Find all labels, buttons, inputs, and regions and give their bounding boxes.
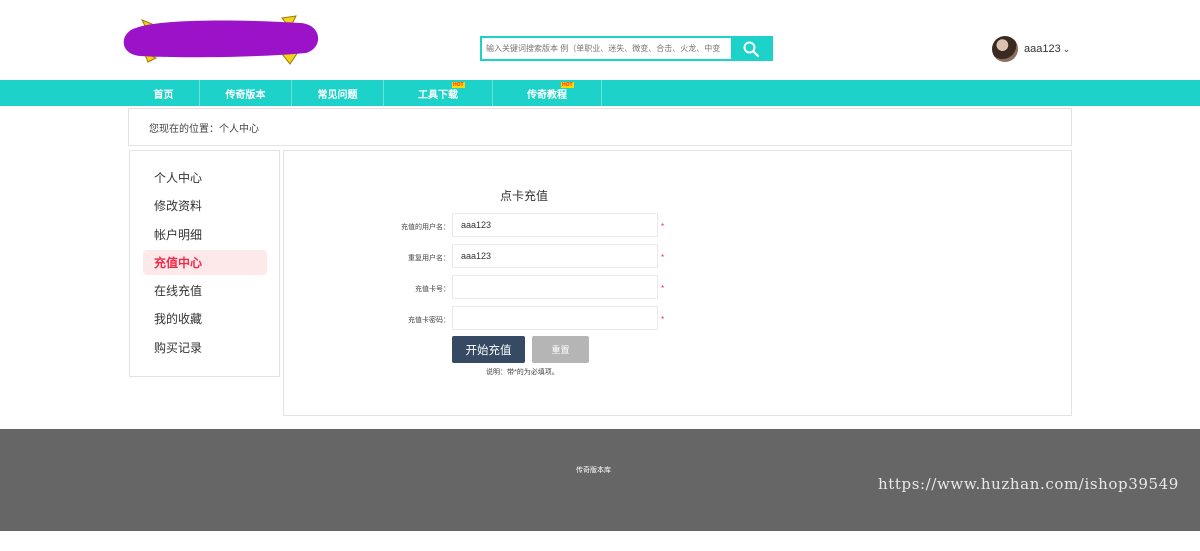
- field-label: 充值卡密码：: [408, 317, 450, 324]
- sidebar-item-purchase-history[interactable]: 购买记录: [143, 335, 267, 360]
- recharge-panel: 点卡充值 充值的用户名： * 重复用户名： * 充值卡号： * 充值卡密码： *…: [283, 150, 1072, 416]
- form-row: 重复用户名： *: [284, 244, 1073, 269]
- form-row: 充值卡号： *: [284, 275, 1073, 300]
- username-field[interactable]: [452, 213, 658, 237]
- sidebar-item-label: 我的收藏: [154, 312, 203, 327]
- nav-tools[interactable]: 工具下载 HOT: [384, 80, 493, 106]
- sidebar: 个人中心 修改资料 帐户明细 充值中心 在线充值 我的收藏 购买记录: [129, 150, 280, 377]
- repeat-username-field[interactable]: [452, 244, 658, 268]
- nav-label: 传奇版本: [225, 89, 266, 101]
- user-menu[interactable]: aaa123 ⌄: [992, 36, 1070, 62]
- hot-badge: HOT: [561, 82, 574, 88]
- required-mark: *: [661, 222, 665, 231]
- form-row: 充值的用户名： *: [284, 213, 1073, 238]
- sidebar-item-recharge-center[interactable]: 充值中心: [143, 249, 267, 275]
- sidebar-item-label: 在线充值: [154, 284, 203, 299]
- hot-badge: HOT: [452, 82, 465, 88]
- field-label: 重复用户名：: [408, 255, 450, 262]
- sidebar-item-favorites[interactable]: 我的收藏: [143, 306, 267, 331]
- search-icon: [743, 41, 759, 57]
- footer-text: 传奇版本库: [576, 467, 611, 474]
- start-recharge-button[interactable]: 开始充值: [452, 336, 525, 363]
- avatar[interactable]: [992, 36, 1018, 62]
- form-row: 充值卡密码： *: [284, 306, 1073, 331]
- card-password-field[interactable]: [452, 306, 658, 330]
- header: aaa123 ⌄: [0, 0, 1200, 80]
- search-input[interactable]: [482, 38, 731, 59]
- watermark: https://www.huzhan.com/ishop39549: [878, 475, 1179, 493]
- search-box: [480, 36, 773, 61]
- sidebar-item-label: 个人中心: [154, 171, 203, 185]
- sidebar-item-account-details[interactable]: 帐户明细: [143, 222, 267, 247]
- form-title: 点卡充值: [500, 189, 549, 203]
- nav-tutorials[interactable]: 传奇教程 HOT: [493, 80, 602, 106]
- sidebar-item-edit-profile[interactable]: 修改资料: [143, 193, 267, 218]
- breadcrumb: 您现在的位置：个人中心: [128, 108, 1072, 146]
- sidebar-item-online-recharge[interactable]: 在线充值: [143, 278, 267, 303]
- reset-button[interactable]: 重置: [532, 336, 589, 363]
- nav-faq[interactable]: 常见问题: [292, 80, 384, 106]
- sidebar-item-label: 购买记录: [154, 340, 203, 355]
- sidebar-item-user-center[interactable]: 个人中心: [143, 165, 267, 190]
- sidebar-item-label: 帐户明细: [154, 227, 203, 242]
- sidebar-item-label: 充值中心: [154, 255, 203, 270]
- main-nav: 首页 传奇版本 常见问题 工具下载 HOT 传奇教程 HOT: [0, 80, 1200, 106]
- search-button[interactable]: [731, 38, 771, 59]
- form-note: 说明：带*的为必填项。: [486, 369, 559, 376]
- nav-versions[interactable]: 传奇版本: [200, 80, 292, 106]
- chevron-down-icon[interactable]: ⌄: [1063, 44, 1071, 55]
- sidebar-item-label: 修改资料: [154, 199, 203, 214]
- nav-label: 常见问题: [317, 89, 358, 101]
- username[interactable]: aaa123: [1024, 43, 1061, 55]
- required-mark: *: [661, 315, 665, 324]
- field-label: 充值卡号：: [415, 286, 450, 293]
- breadcrumb-text: 您现在的位置：个人中心: [149, 123, 259, 135]
- card-number-field[interactable]: [452, 275, 658, 299]
- field-label: 充值的用户名：: [401, 224, 450, 231]
- nav-home[interactable]: 首页: [128, 80, 200, 106]
- required-mark: *: [661, 284, 665, 293]
- required-mark: *: [661, 253, 665, 262]
- site-logo[interactable]: [122, 14, 322, 66]
- nav-label: 首页: [153, 89, 174, 101]
- footer: 传奇版本库 https://www.huzhan.com/ishop39549: [0, 429, 1200, 531]
